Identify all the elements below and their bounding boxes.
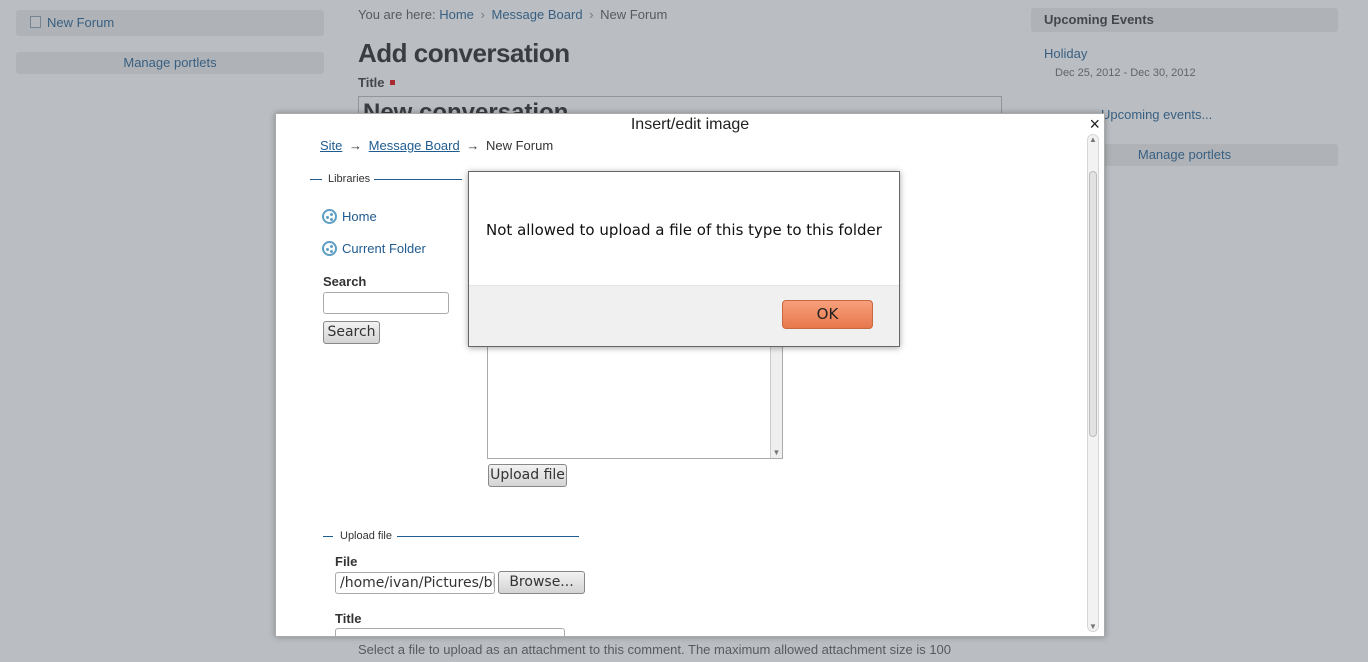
dialog-scroll-thumb[interactable] [1089, 171, 1097, 437]
file-browser-list[interactable]: ▼ [487, 345, 783, 459]
libraries-legend-line [374, 179, 462, 180]
libraries-legend: Libraries [328, 173, 371, 185]
library-current-folder[interactable]: Current Folder [322, 241, 426, 256]
image-title-label: Title [335, 611, 362, 626]
search-label: Search [323, 274, 367, 289]
file-path-input[interactable]: /home/ivan/Pictures/bl [335, 572, 495, 594]
alert-footer: OK [469, 285, 899, 346]
path-current: New Forum [485, 138, 554, 153]
dialog-path: Site → Message Board → New Forum [320, 138, 553, 153]
ok-button[interactable]: OK [782, 300, 873, 329]
path-arrow: → [349, 138, 363, 153]
scroll-down-arrow[interactable]: ▼ [1088, 622, 1098, 631]
upload-legend-line [397, 536, 579, 537]
file-list-scrollbar[interactable]: ▼ [770, 346, 782, 458]
library-home[interactable]: Home [322, 209, 377, 224]
libraries-legend-line [310, 179, 322, 180]
upload-legend: Upload file [340, 530, 392, 542]
dialog-scrollbar[interactable]: ▲ ▼ [1087, 134, 1099, 632]
search-input[interactable] [323, 292, 449, 314]
file-label: File [335, 554, 358, 569]
browse-button[interactable]: Browse... [498, 571, 585, 594]
upload-file-button[interactable]: Upload file [488, 464, 567, 487]
upload-legend-line [323, 536, 333, 537]
alert-message: Not allowed to upload a file of this typ… [486, 221, 882, 239]
scroll-up-arrow[interactable]: ▲ [1088, 135, 1098, 144]
path-message-board-link[interactable]: Message Board [369, 138, 460, 153]
path-arrow: → [466, 138, 480, 153]
error-alert-dialog: Not allowed to upload a file of this typ… [468, 171, 900, 347]
library-icon [322, 209, 337, 224]
search-button[interactable]: Search [323, 321, 380, 344]
scroll-down-arrow[interactable]: ▼ [771, 448, 782, 457]
library-icon [322, 241, 337, 256]
path-site-link[interactable]: Site [320, 138, 342, 153]
image-title-input[interactable] [335, 628, 565, 636]
